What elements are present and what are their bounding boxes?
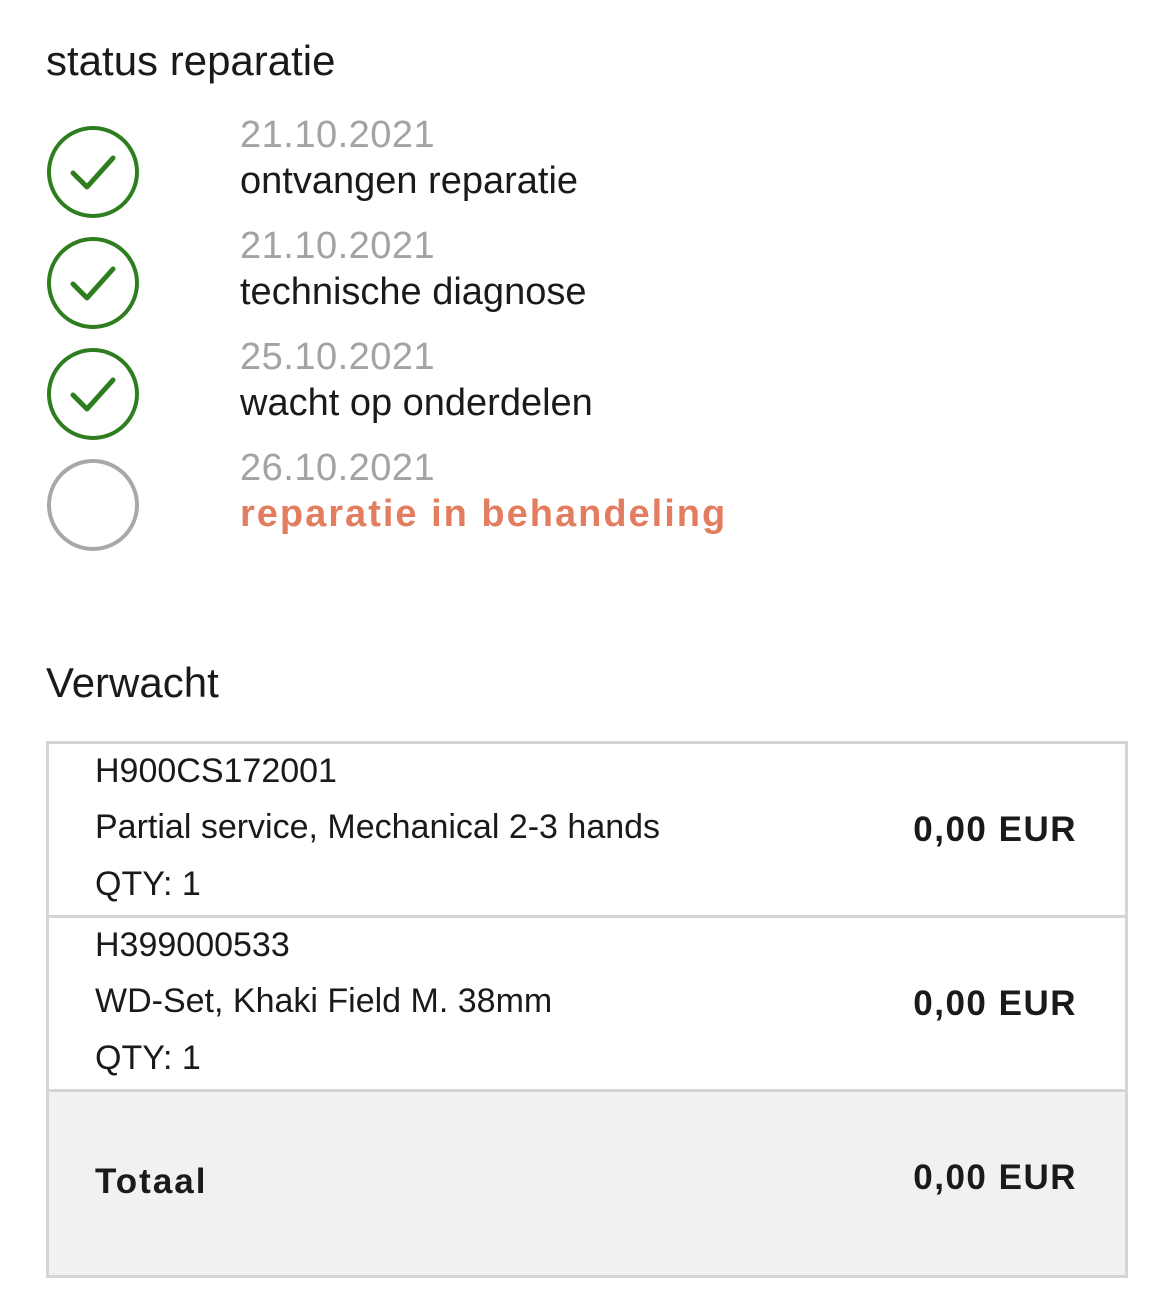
expected-title: Verwacht xyxy=(46,659,219,706)
item-description: WD-Set, Khaki Field M. 38mm xyxy=(95,982,553,1020)
item-code: H900CS172001 xyxy=(95,752,337,790)
step-label: reparatie in behandeling xyxy=(240,493,728,535)
check-circle-icon xyxy=(46,347,140,441)
status-step-in-progress: 26.10.2021 reparatie in behandeling xyxy=(46,447,1126,558)
check-circle-icon xyxy=(46,125,140,219)
check-circle-icon xyxy=(46,236,140,330)
table-row: H399000533 WD-Set, Khaki Field M. 38mm Q… xyxy=(49,918,1125,1092)
repair-status-timeline: 21.10.2021 ontvangen reparatie 21.10.202… xyxy=(46,114,1126,558)
item-description: Partial service, Mechanical 2-3 hands xyxy=(95,808,661,846)
status-step-waiting-parts: 25.10.2021 wacht op onderdelen xyxy=(46,336,1126,447)
item-code: H399000533 xyxy=(95,926,290,964)
item-qty: QTY: 1 xyxy=(95,865,201,903)
status-title: status reparatie xyxy=(46,37,336,84)
item-price: 0,00 EUR xyxy=(913,984,1077,1023)
item-qty: QTY: 1 xyxy=(95,1039,201,1077)
step-label: wacht op onderdelen xyxy=(240,382,593,424)
expected-items-table: H900CS172001 Partial service, Mechanical… xyxy=(46,741,1128,1278)
total-value: 0,00 EUR xyxy=(913,1158,1077,1197)
step-date: 21.10.2021 xyxy=(240,225,436,267)
empty-circle-icon xyxy=(46,458,140,552)
total-label: Totaal xyxy=(95,1162,208,1201)
step-date: 26.10.2021 xyxy=(240,447,436,489)
step-label: technische diagnose xyxy=(240,271,587,313)
item-price: 0,00 EUR xyxy=(913,810,1077,849)
status-step-received: 21.10.2021 ontvangen reparatie xyxy=(46,114,1126,225)
step-label: ontvangen reparatie xyxy=(240,160,579,202)
step-date: 21.10.2021 xyxy=(240,114,436,156)
status-step-diagnosis: 21.10.2021 technische diagnose xyxy=(46,225,1126,336)
step-date: 25.10.2021 xyxy=(240,336,436,378)
total-row: Totaal 0,00 EUR xyxy=(49,1092,1125,1275)
table-row: H900CS172001 Partial service, Mechanical… xyxy=(49,744,1125,918)
